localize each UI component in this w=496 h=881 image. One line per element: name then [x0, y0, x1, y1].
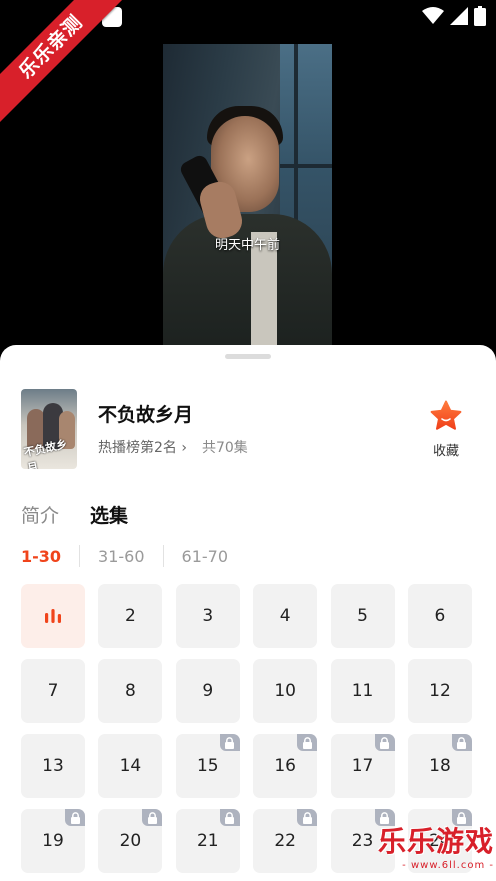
- episode-button[interactable]: 21: [175, 809, 240, 873]
- episode-button[interactable]: 4: [253, 584, 318, 648]
- episode-number: 15: [196, 756, 219, 776]
- lock-icon: [374, 734, 395, 751]
- episode-number: 7: [47, 681, 59, 701]
- episode-number: 13: [42, 756, 64, 776]
- episode-number: 4: [279, 606, 291, 626]
- episode-button[interactable]: 14: [98, 734, 163, 798]
- episode-number: 8: [124, 681, 136, 701]
- episode-button[interactable]: 5: [330, 584, 395, 648]
- rank-link[interactable]: 热播榜第2名 ›: [98, 437, 187, 457]
- lock-icon: [297, 734, 318, 751]
- episode-button[interactable]: 13: [21, 734, 85, 798]
- rank-label: 热播榜第2名: [98, 440, 177, 456]
- watermark-title: 乐乐游戏: [377, 825, 494, 858]
- episode-number: 3: [202, 606, 214, 626]
- episode-number: 23: [351, 831, 374, 851]
- drama-meta: 热播榜第2名 › 共70集: [98, 437, 248, 457]
- sheet-drag-handle[interactable]: [225, 354, 271, 359]
- episode-number: 18: [429, 756, 451, 776]
- drama-title: 不负故乡月: [98, 404, 194, 426]
- episode-button[interactable]: 17: [330, 734, 395, 798]
- drama-poster[interactable]: 不负故乡月: [21, 389, 77, 469]
- lock-icon: [219, 734, 240, 751]
- episode-sheet: 不负故乡月 不负故乡月 热播榜第2名 › 共70集 收藏 简介 选集 1-30 …: [0, 345, 496, 881]
- watermark-url: - www.6ll.com -: [402, 860, 494, 871]
- episode-number: 21: [196, 831, 219, 851]
- episode-number: 14: [119, 756, 142, 776]
- lock-icon: [142, 809, 163, 826]
- site-watermark: 乐乐游戏 - www.6ll.com -: [378, 820, 494, 871]
- episode-number: 9: [202, 681, 214, 701]
- episode-number: 6: [434, 606, 446, 626]
- episode-button[interactable]: 12: [407, 659, 472, 723]
- episode-button[interactable]: 16: [253, 734, 318, 798]
- range-1-30[interactable]: 1-30: [21, 547, 61, 566]
- episode-button[interactable]: 15: [175, 734, 240, 798]
- episode-range-selector: 1-30 31-60 61-70: [21, 545, 228, 567]
- range-divider: [79, 545, 81, 567]
- episode-button[interactable]: 8: [98, 659, 163, 723]
- episode-button[interactable]: 2: [98, 584, 163, 648]
- video-subtitle: 明天中午前: [214, 238, 280, 253]
- episode-number: 17: [351, 756, 374, 776]
- episode-button[interactable]: 20: [98, 809, 163, 873]
- tab-intro[interactable]: 简介: [21, 501, 59, 528]
- episode-button-playing[interactable]: [21, 584, 85, 648]
- episode-button[interactable]: 3: [175, 584, 240, 648]
- episodes-total: 共70集: [201, 440, 248, 456]
- wifi-icon: [422, 7, 444, 24]
- episode-number: 16: [274, 756, 296, 776]
- episode-button[interactable]: 11: [330, 659, 395, 723]
- lock-icon: [297, 809, 318, 826]
- episode-number: 19: [42, 831, 64, 851]
- favorite-button[interactable]: 收藏: [424, 400, 468, 459]
- range-divider: [162, 545, 164, 567]
- episode-button[interactable]: 10: [253, 659, 318, 723]
- chevron-right-icon: ›: [181, 440, 187, 456]
- tab-episodes[interactable]: 选集: [90, 501, 128, 528]
- episode-button[interactable]: 19: [21, 809, 85, 873]
- video-player[interactable]: 明天中午前: [163, 44, 332, 345]
- episode-number: 22: [274, 831, 296, 851]
- episode-number: 12: [429, 681, 451, 701]
- episode-number: 10: [274, 681, 296, 701]
- star-icon: [430, 400, 462, 430]
- range-61-70[interactable]: 61-70: [182, 547, 229, 566]
- episode-button[interactable]: 22: [253, 809, 318, 873]
- episode-number: 5: [357, 606, 368, 626]
- battery-icon: [474, 6, 486, 26]
- now-playing-icon: [45, 609, 61, 623]
- lock-icon: [65, 809, 85, 826]
- episode-number: 11: [351, 681, 374, 701]
- episode-button[interactable]: 18: [407, 734, 472, 798]
- episode-button[interactable]: 7: [21, 659, 85, 723]
- episode-number: 2: [124, 606, 136, 626]
- tab-bar: 简介 选集: [21, 501, 128, 528]
- range-31-60[interactable]: 31-60: [98, 547, 145, 566]
- lock-icon: [451, 734, 472, 751]
- signal-icon: [450, 7, 468, 25]
- episode-number: 20: [119, 831, 142, 851]
- episode-button[interactable]: 6: [407, 584, 472, 648]
- episode-button[interactable]: 9: [175, 659, 240, 723]
- favorite-label: 收藏: [432, 444, 459, 459]
- lock-icon: [219, 809, 240, 826]
